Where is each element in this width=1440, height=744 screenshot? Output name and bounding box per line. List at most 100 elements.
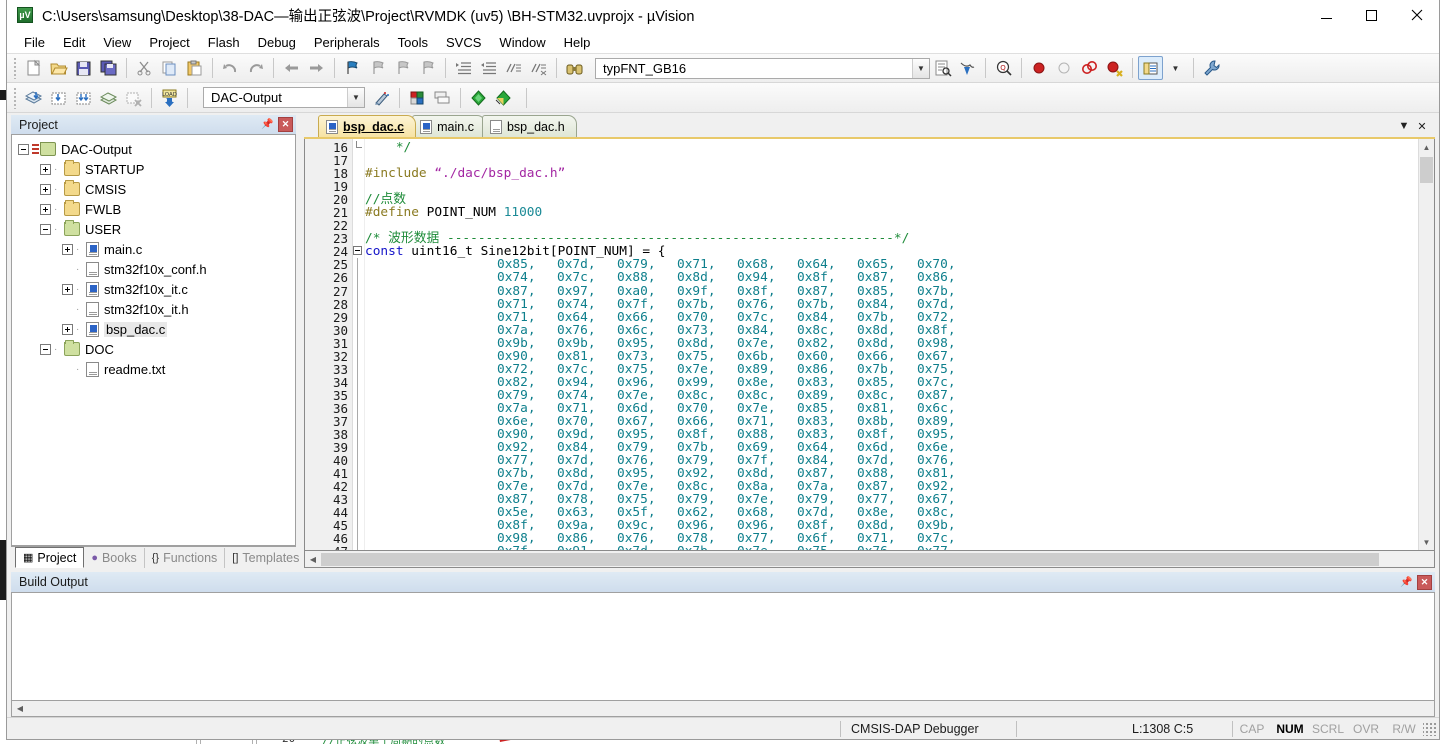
expander-icon[interactable] — [18, 143, 29, 155]
paste-button[interactable] — [182, 56, 207, 80]
fold-marker[interactable] — [353, 401, 364, 416]
kill-all-breakpoints-button[interactable] — [1102, 56, 1127, 80]
fold-marker[interactable] — [353, 141, 364, 154]
save-all-button[interactable] — [96, 56, 121, 80]
menu-help[interactable]: Help — [555, 33, 600, 52]
comment-block-button[interactable] — [501, 56, 526, 80]
fold-marker[interactable] — [353, 454, 364, 469]
tree-item-readme-txt[interactable]: · readme.txt — [18, 359, 295, 379]
editor-tab-bsp-dac-h[interactable]: bsp_dac.h — [481, 115, 577, 137]
close-icon[interactable]: ✕ — [1413, 118, 1431, 134]
expander-icon[interactable] — [40, 223, 51, 235]
tree-item-fwlb[interactable]: · FWLB — [18, 199, 295, 219]
window-layout-dropdown[interactable]: ▼ — [1163, 56, 1188, 80]
menu-flash[interactable]: Flash — [199, 33, 249, 52]
multi-project-button[interactable] — [430, 86, 455, 110]
pin-icon[interactable]: 📌 — [1399, 575, 1414, 590]
menu-edit[interactable]: Edit — [54, 33, 94, 52]
expander-icon[interactable] — [62, 243, 73, 255]
disable-breakpoint-button[interactable] — [1052, 56, 1077, 80]
fold-marker[interactable] — [353, 441, 364, 456]
expander-icon[interactable] — [62, 323, 73, 335]
tab-functions[interactable]: {} Functions — [145, 548, 226, 568]
find-in-files-button[interactable] — [562, 56, 587, 80]
editor-body[interactable]: 16 17 18 19 20 21 22 23 24 25 26 27 28 29 30 31 32 33 34 35… — [304, 139, 1435, 551]
fold-marker[interactable] — [353, 297, 364, 312]
fold-marker[interactable] — [353, 480, 364, 495]
fold-marker[interactable] — [353, 545, 364, 550]
expander-icon[interactable] — [40, 163, 51, 175]
fold-marker[interactable] — [353, 362, 364, 377]
fold-marker[interactable] — [353, 206, 364, 219]
build-output-text[interactable] — [11, 592, 1435, 701]
fold-marker[interactable] — [353, 375, 364, 390]
tree-item-stm32f10x-it-c[interactable]: · stm32f10x_it.c — [18, 279, 295, 299]
target-select-combo[interactable]: DAC-Output ▼ — [203, 87, 365, 108]
find-combo[interactable]: typFNT_GB16 ▼ — [595, 57, 930, 79]
scroll-thumb[interactable] — [1420, 157, 1433, 183]
bookmark-prev-button[interactable] — [365, 56, 390, 80]
tree-item-startup[interactable]: · STARTUP — [18, 159, 295, 179]
fold-marker[interactable] — [353, 493, 364, 508]
scroll-left-icon[interactable]: ◀ — [12, 701, 28, 716]
fold-marker[interactable] — [353, 271, 364, 286]
fold-marker[interactable] — [353, 245, 364, 258]
tab-project[interactable]: ▦ Project — [15, 547, 85, 568]
tree-item-user[interactable]: · USER — [18, 219, 295, 239]
bookmark-toggle-button[interactable] — [340, 56, 365, 80]
configure-tools-button[interactable] — [1199, 56, 1224, 80]
fold-marker[interactable] — [353, 428, 364, 443]
tree-item-main-c[interactable]: · main.c — [18, 239, 295, 259]
menu-svcs[interactable]: SVCS — [437, 33, 490, 52]
redo-button[interactable] — [243, 56, 268, 80]
indent-increase-button[interactable] — [451, 56, 476, 80]
pack-installer-button[interactable] — [466, 86, 491, 110]
fold-marker[interactable] — [353, 519, 364, 534]
insert-breakpoint-button[interactable] — [1027, 56, 1052, 80]
code-text-area[interactable]: */#include “./dac/bsp_dac.h”//点数 #define … — [365, 139, 1418, 550]
window-layout-button[interactable] — [1138, 56, 1163, 80]
fold-marker[interactable] — [353, 388, 364, 403]
manage-project-items-button[interactable] — [405, 86, 430, 110]
fold-marker[interactable] — [353, 232, 364, 245]
tab-templates[interactable]: [] Templates — [225, 548, 308, 568]
manage-runtime-env-button[interactable] — [491, 86, 516, 110]
bookmark-clear-button[interactable] — [415, 56, 440, 80]
project-tree[interactable]: DAC-Output · STARTUP · CMSIS · FWLB · US… — [11, 134, 296, 546]
fold-marker[interactable] — [353, 193, 364, 206]
cut-button[interactable] — [132, 56, 157, 80]
incremental-find-button[interactable] — [955, 56, 980, 80]
open-file-button[interactable] — [46, 56, 71, 80]
indent-decrease-button[interactable] — [476, 56, 501, 80]
fold-marker[interactable] — [353, 532, 364, 547]
hscroll-thumb[interactable] — [321, 552, 1379, 566]
fold-marker[interactable] — [353, 467, 364, 482]
editor-tab-bsp-dac-c[interactable]: bsp_dac.c — [318, 115, 417, 137]
close-icon[interactable]: ✕ — [278, 117, 293, 132]
fold-marker[interactable] — [353, 336, 364, 351]
close-button[interactable] — [1394, 0, 1439, 30]
find-in-files-list-button[interactable] — [930, 56, 955, 80]
new-file-button[interactable] — [21, 56, 46, 80]
undo-button[interactable] — [218, 56, 243, 80]
download-button[interactable]: LOAD — [157, 86, 182, 110]
fold-marker[interactable] — [353, 310, 364, 325]
save-button[interactable] — [71, 56, 96, 80]
tree-item-bsp-dac-c[interactable]: · bsp_dac.c — [18, 319, 295, 339]
expander-icon[interactable] — [62, 283, 73, 295]
fold-marker[interactable] — [353, 258, 364, 273]
tree-item-doc[interactable]: · DOC — [18, 339, 295, 359]
close-icon[interactable]: ✕ — [1417, 574, 1432, 590]
editor-vertical-scrollbar[interactable]: ▲ ▼ — [1418, 139, 1434, 550]
menu-view[interactable]: View — [94, 33, 140, 52]
expander-icon[interactable] — [40, 183, 51, 195]
fold-marker[interactable] — [353, 284, 364, 299]
copy-button[interactable] — [157, 56, 182, 80]
expander-icon[interactable] — [40, 203, 51, 215]
stop-build-button[interactable] — [121, 86, 146, 110]
disable-all-breakpoints-button[interactable] — [1077, 56, 1102, 80]
chevron-down-icon[interactable]: ▼ — [1395, 118, 1413, 134]
menu-window[interactable]: Window — [490, 33, 554, 52]
menu-file[interactable]: File — [15, 33, 54, 52]
translate-file-button[interactable] — [21, 86, 46, 110]
